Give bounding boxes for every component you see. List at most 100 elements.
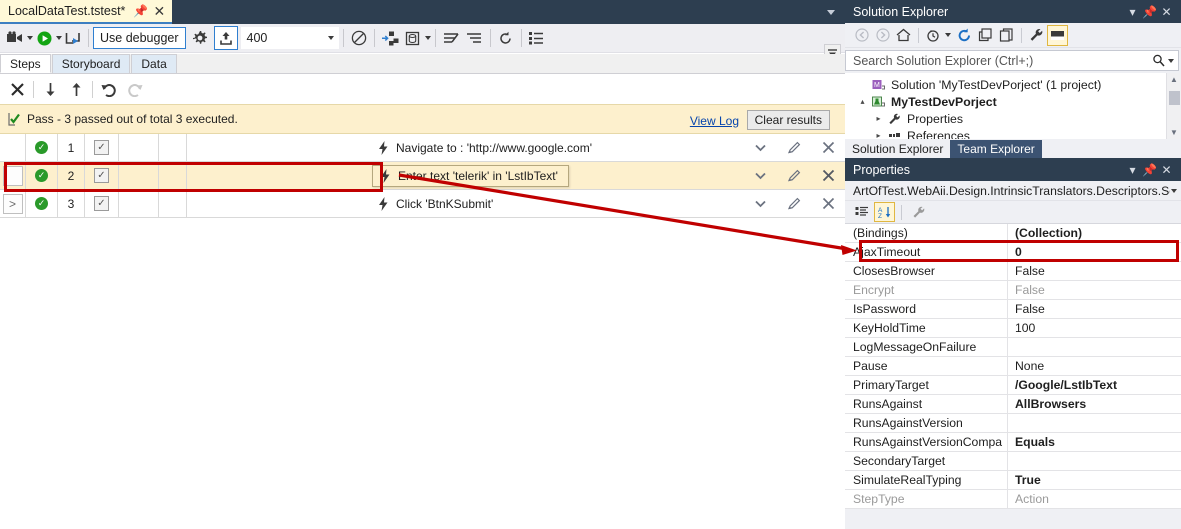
property-value[interactable]: (Collection): [1008, 224, 1181, 242]
run-play-icon[interactable]: [33, 26, 55, 50]
step-into-icon[interactable]: [62, 26, 84, 50]
categorized-icon[interactable]: [851, 202, 872, 222]
pin-icon[interactable]: 📌: [133, 5, 148, 17]
step-enabled-checkbox[interactable]: ✓: [94, 168, 109, 183]
chevron-down-icon[interactable]: [945, 33, 951, 37]
tab-team-explorer[interactable]: Team Explorer: [950, 140, 1042, 158]
properties-object-selector[interactable]: ArtOfTest.WebAii.Design.IntrinsicTransla…: [845, 181, 1181, 201]
table-row[interactable]: (Bindings) (Collection): [845, 224, 1181, 243]
details-icon[interactable]: [526, 26, 548, 50]
property-value[interactable]: [1008, 452, 1181, 470]
property-value[interactable]: Action: [1008, 490, 1181, 508]
pencil-icon[interactable]: [777, 196, 811, 211]
table-row[interactable]: SecondaryTarget: [845, 452, 1181, 471]
chevron-down-icon[interactable]: [1171, 188, 1177, 193]
property-value[interactable]: 100: [1008, 319, 1181, 337]
chevron-down-icon[interactable]: [743, 144, 777, 152]
list-item[interactable]: M Solution 'MyTestDevPorject' (1 project…: [845, 76, 1181, 93]
tree-scrollbar[interactable]: ▲ ▼: [1166, 73, 1181, 139]
table-row[interactable]: Encrypt False: [845, 281, 1181, 300]
pencil-icon[interactable]: [777, 168, 811, 183]
chevron-collapsed-icon[interactable]: ▸: [873, 131, 884, 139]
property-value[interactable]: None: [1008, 357, 1181, 375]
tab-steps[interactable]: Steps: [0, 54, 51, 73]
alphabetical-sort-icon[interactable]: AZ: [874, 202, 895, 222]
step-enabled-checkbox[interactable]: ✓: [94, 196, 109, 211]
arrow-down-icon[interactable]: [37, 77, 63, 101]
close-icon[interactable]: ✕: [1158, 5, 1175, 19]
refresh-icon[interactable]: [954, 25, 975, 46]
pin-icon[interactable]: 📌: [1141, 5, 1158, 19]
property-value[interactable]: Equals: [1008, 433, 1181, 451]
chevron-down-icon[interactable]: [825, 7, 837, 17]
scroll-up-icon[interactable]: ▲: [1170, 75, 1178, 84]
no-entry-icon[interactable]: [348, 26, 370, 50]
table-row[interactable]: RunsAgainst AllBrowsers: [845, 395, 1181, 414]
chevron-down-icon[interactable]: ▾: [1124, 163, 1141, 177]
chevron-down-icon[interactable]: [1168, 58, 1174, 63]
pin-icon[interactable]: 📌: [1141, 163, 1158, 177]
gear-icon[interactable]: [189, 26, 211, 50]
table-row[interactable]: ✓ 1 ✓ Navigate to : 'http://www.google.c…: [0, 134, 845, 162]
table-row[interactable]: ✓ 2 ✓ Enter text 'telerik' in 'LstIbText…: [0, 162, 845, 190]
show-all-files-icon[interactable]: [996, 25, 1017, 46]
database-icon[interactable]: [402, 26, 424, 50]
search-solution-explorer-input[interactable]: Search Solution Explorer (Ctrl+;): [845, 50, 1179, 71]
tab-storyboard[interactable]: Storyboard: [51, 54, 131, 73]
scroll-down-icon[interactable]: ▼: [1170, 128, 1178, 137]
row-expander-icon[interactable]: [2, 165, 23, 186]
row-checkbox-cell[interactable]: ✓: [85, 134, 119, 161]
table-row[interactable]: LogMessageOnFailure: [845, 338, 1181, 357]
property-value[interactable]: False: [1008, 300, 1181, 318]
row-checkbox-cell[interactable]: ✓: [85, 190, 119, 217]
close-icon[interactable]: ✕: [1158, 163, 1175, 177]
property-value[interactable]: False: [1008, 262, 1181, 280]
table-row[interactable]: AjaxTimeout 0: [845, 243, 1181, 262]
close-icon[interactable]: ✕: [153, 4, 166, 18]
list-icon[interactable]: [440, 26, 463, 50]
table-row[interactable]: RunsAgainstVersionCompa Equals: [845, 433, 1181, 452]
table-row[interactable]: > ✓ 3 ✓ Click 'BtnKSubmit': [0, 190, 845, 218]
tab-solution-explorer[interactable]: Solution Explorer: [845, 140, 951, 158]
table-row[interactable]: IsPassword False: [845, 300, 1181, 319]
preview-pane-icon[interactable]: [1047, 24, 1068, 46]
chevron-expanded-icon[interactable]: ▴: [857, 97, 868, 106]
table-row[interactable]: KeyHoldTime 100: [845, 319, 1181, 338]
property-value[interactable]: AllBrowsers: [1008, 395, 1181, 413]
tab-data[interactable]: Data: [131, 54, 177, 73]
database-dropdown-caret-icon[interactable]: [424, 36, 431, 40]
execution-speed-combo[interactable]: 400: [240, 27, 339, 49]
property-value[interactable]: [1008, 414, 1181, 432]
view-log-link[interactable]: View Log: [690, 114, 739, 128]
table-row[interactable]: SimulateRealTyping True: [845, 471, 1181, 490]
undo-icon[interactable]: [96, 77, 122, 101]
x-icon[interactable]: [811, 141, 845, 154]
row-expander-cell[interactable]: >: [0, 190, 26, 217]
elements-icon[interactable]: [379, 26, 402, 50]
forward-arrow-icon[interactable]: [872, 25, 893, 46]
arrow-up-icon[interactable]: [63, 77, 89, 101]
property-value[interactable]: /Google/LstIbText: [1008, 376, 1181, 394]
x-icon[interactable]: [811, 169, 845, 182]
clock-icon[interactable]: [923, 25, 944, 46]
sort-icon[interactable]: [463, 26, 486, 50]
redo-icon[interactable]: [122, 77, 148, 101]
row-expander-icon[interactable]: >: [2, 193, 23, 214]
step-description-box[interactable]: Enter text 'telerik' in 'LstIbText': [372, 164, 569, 187]
record-camera-icon[interactable]: [3, 26, 26, 50]
chevron-down-icon[interactable]: ▾: [1124, 5, 1141, 19]
list-item[interactable]: ▴ MyTestDevPorject: [845, 93, 1181, 110]
property-value[interactable]: [1008, 338, 1181, 356]
row-checkbox-cell[interactable]: ✓: [85, 162, 119, 189]
scrollbar-thumb[interactable]: [1168, 91, 1180, 105]
clear-results-button[interactable]: Clear results: [746, 110, 830, 130]
pencil-icon[interactable]: [777, 140, 811, 155]
x-delete-icon[interactable]: [4, 77, 30, 101]
refresh-icon[interactable]: [495, 26, 517, 50]
wrench-icon[interactable]: [908, 202, 929, 222]
table-row[interactable]: RunsAgainstVersion: [845, 414, 1181, 433]
property-value[interactable]: False: [1008, 281, 1181, 299]
step-enabled-checkbox[interactable]: ✓: [94, 140, 109, 155]
table-row[interactable]: ClosesBrowser False: [845, 262, 1181, 281]
search-icon[interactable]: [1152, 54, 1165, 67]
